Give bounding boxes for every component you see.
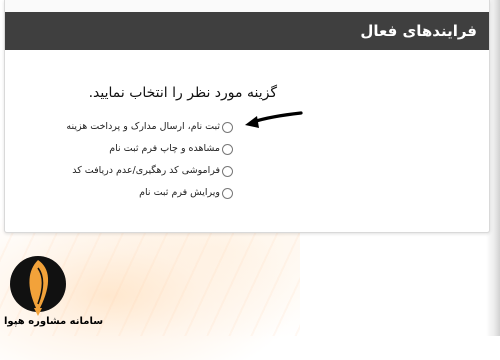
option-register-upload-pay[interactable]: ثبت نام، ارسال مدارک و پرداخت هزینه <box>66 116 233 138</box>
panel-title: فرایندهای فعال <box>360 22 477 40</box>
option-label: مشاهده و چاپ فرم ثبت نام <box>109 143 220 154</box>
option-label: ثبت نام، ارسال مدارک و پرداخت هزینه <box>66 121 220 132</box>
pointer-arrow-icon <box>245 111 303 128</box>
process-options: ثبت نام، ارسال مدارک و پرداخت هزینه مشاه… <box>66 116 233 204</box>
radio-button[interactable] <box>222 121 233 133</box>
option-view-print-form[interactable]: مشاهده و چاپ فرم ثبت نام <box>66 138 233 160</box>
option-forgot-tracking-code[interactable]: فراموشی کد رهگیری/عدم دریافت کد <box>66 160 233 182</box>
radio-button[interactable] <box>222 143 233 155</box>
option-label: فراموشی کد رهگیری/عدم دریافت کد <box>72 165 220 176</box>
active-processes-panel: فرایندهای فعال گزینه مورد نظر را انتخاب … <box>4 0 490 233</box>
option-label: ویرایش فرم ثبت نام <box>139 187 220 198</box>
radio-button[interactable] <box>222 165 233 177</box>
option-edit-registration-form[interactable]: ویرایش فرم ثبت نام <box>66 182 233 204</box>
panel-header: فرایندهای فعال <box>5 12 489 50</box>
watermark-text: سامانه مشاوره هپوا <box>4 316 104 327</box>
radio-button[interactable] <box>222 187 233 199</box>
selection-prompt: گزینه مورد نظر را انتخاب نمایید. <box>88 85 277 101</box>
